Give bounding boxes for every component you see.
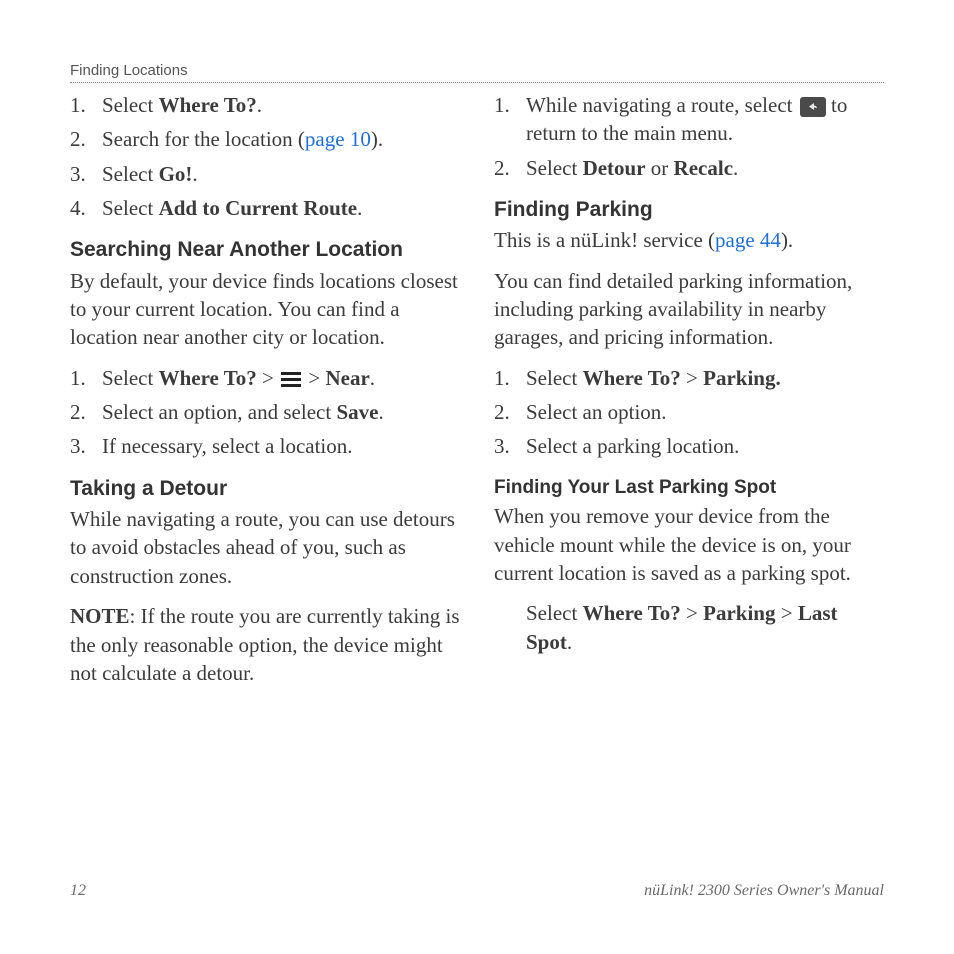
list-item: While navigating a route, select to retu… <box>494 91 884 148</box>
left-column: Select Where To?. Search for the locatio… <box>70 89 460 699</box>
section-title-parking: Finding Parking <box>494 196 884 224</box>
paragraph: This is a nüLink! service (page 44). <box>494 226 884 254</box>
section-title-detour: Taking a Detour <box>70 475 460 503</box>
list-item: Select Detour or Recalc. <box>494 154 884 182</box>
list-item: Select Where To?. <box>70 91 460 119</box>
page-number: 12 <box>70 882 86 900</box>
list-item: Select Where To? > Parking. <box>494 364 884 392</box>
list-item: If necessary, select a location. <box>70 432 460 460</box>
list-item: Select an option, and select Save. <box>70 398 460 426</box>
list-item: Select Go!. <box>70 160 460 188</box>
list-item: Search for the location (page 10). <box>70 125 460 153</box>
detour-steps-list: While navigating a route, select to retu… <box>494 91 884 182</box>
list-item: Select Add to Current Route. <box>70 194 460 222</box>
back-icon <box>800 97 826 117</box>
right-column: While navigating a route, select to retu… <box>494 89 884 699</box>
section-title-searching-near: Searching Near Another Location <box>70 236 460 264</box>
menu-icon <box>281 372 301 387</box>
paragraph: While navigating a route, you can use de… <box>70 505 460 590</box>
paragraph: When you remove your device from the veh… <box>494 502 884 587</box>
near-list: Select Where To? > > Near. Select an opt… <box>70 364 460 461</box>
list-item: Select Where To? > > Near. <box>70 364 460 392</box>
page-link[interactable]: page 10 <box>305 127 371 151</box>
list-item: Select a parking location. <box>494 432 884 460</box>
subsection-title-last-spot: Finding Your Last Parking Spot <box>494 475 884 501</box>
paragraph: You can find detailed parking informatio… <box>494 267 884 352</box>
intro-list: Select Where To?. Search for the locatio… <box>70 91 460 222</box>
paragraph: By default, your device finds locations … <box>70 267 460 352</box>
indented-step: Select Where To? > Parking > Last Spot. <box>526 599 884 656</box>
page-header: Finding Locations <box>70 62 884 83</box>
page-link[interactable]: page 44 <box>715 228 781 252</box>
content-columns: Select Where To?. Search for the locatio… <box>70 89 884 699</box>
page-footer: 12 nüLink! 2300 Series Owner's Manual <box>70 882 884 900</box>
parking-list: Select Where To? > Parking. Select an op… <box>494 364 884 461</box>
manual-title: nüLink! 2300 Series Owner's Manual <box>644 882 884 900</box>
note-paragraph: NOTE: If the route you are currently tak… <box>70 602 460 687</box>
list-item: Select an option. <box>494 398 884 426</box>
